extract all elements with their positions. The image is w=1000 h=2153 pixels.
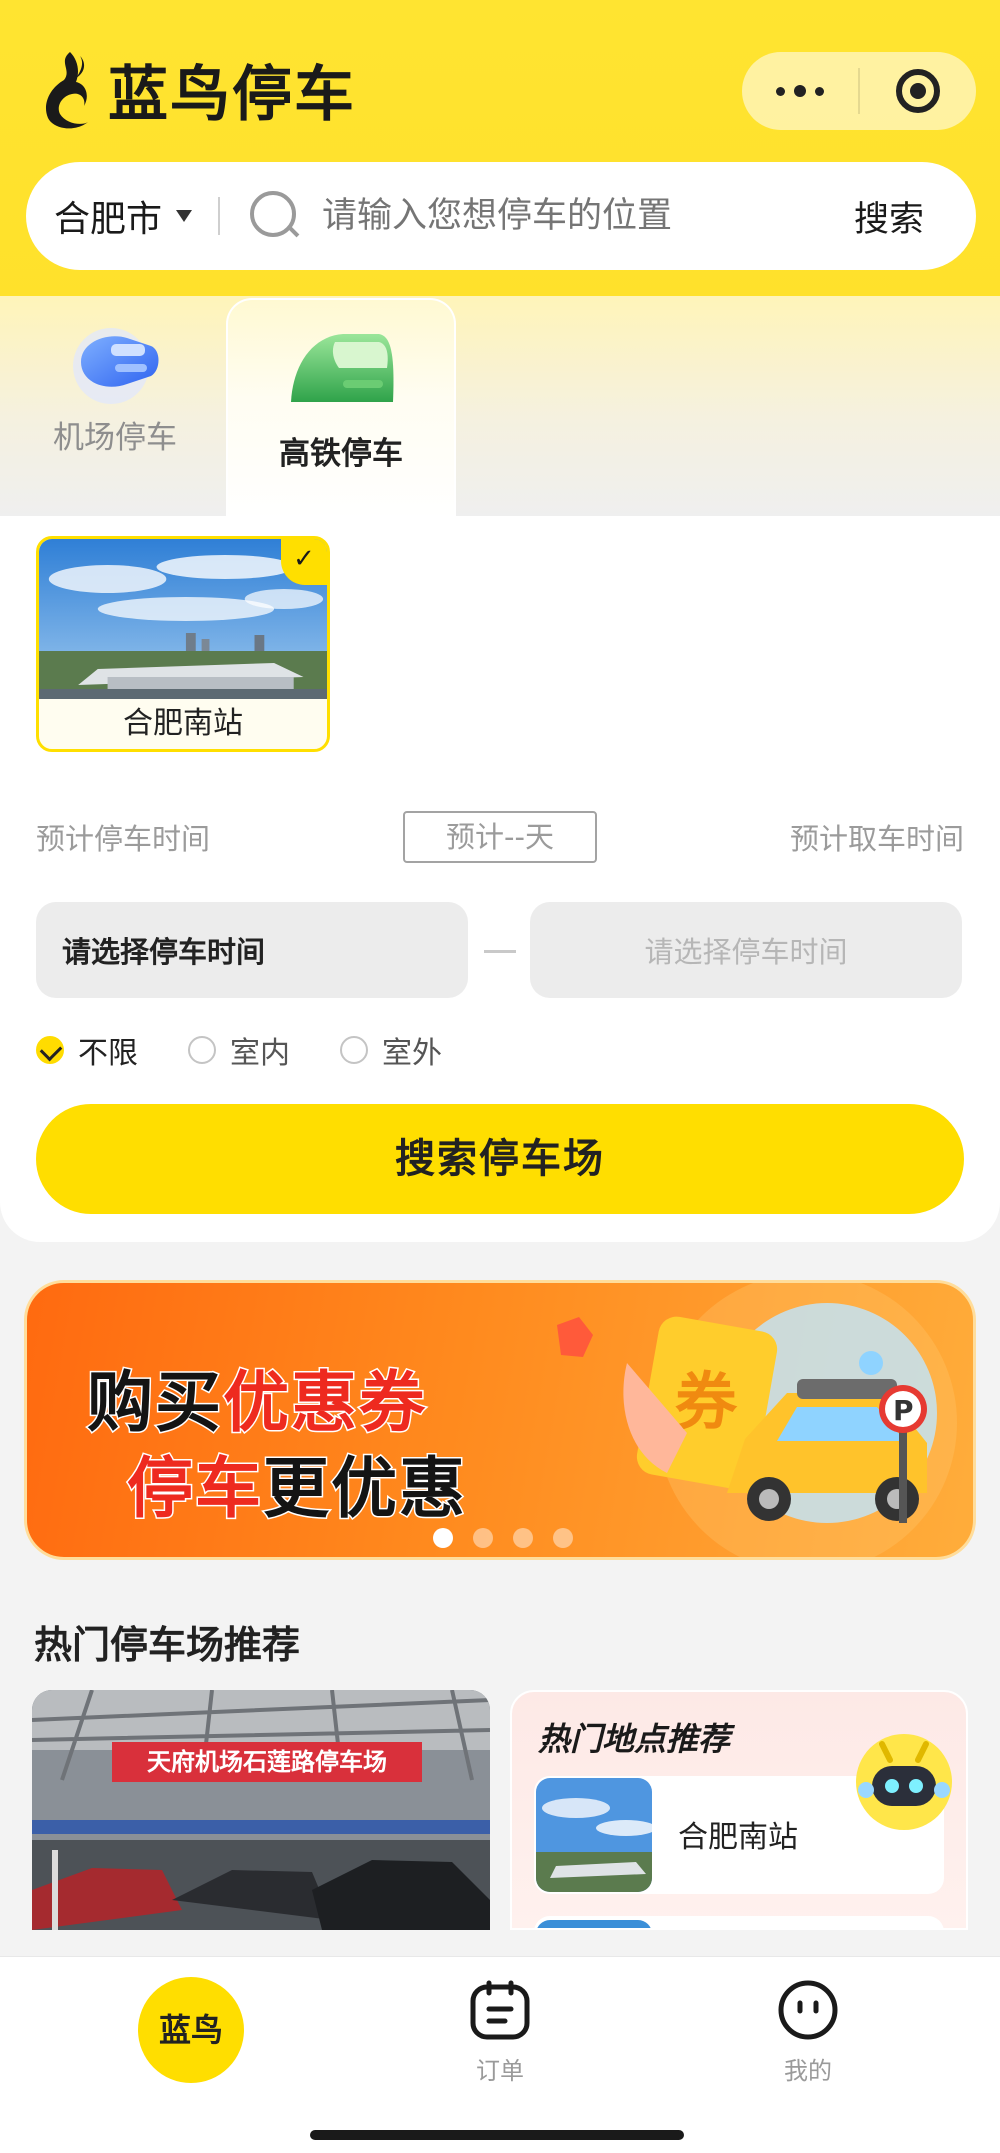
bottom-tab-bar: 蓝鸟 订单 我的 [0, 1956, 1000, 2153]
option-indoor[interactable]: 室内 [188, 1028, 290, 1072]
hot-place-thumb [536, 1778, 652, 1892]
search-bar: 合肥市 搜索 [26, 162, 976, 270]
radio-icon [188, 1036, 216, 1064]
parking-lot-card[interactable]: 天府机场石莲路停车场 [32, 1690, 490, 1930]
banner-text: 购买 [86, 1363, 223, 1443]
mini-program-capsule [742, 52, 976, 130]
radio-checked-icon [36, 1036, 64, 1064]
tab-orders[interactable]: 订单 [430, 1979, 570, 2086]
banner-text: 停车 [126, 1449, 263, 1529]
radio-icon [340, 1036, 368, 1064]
search-input[interactable] [322, 196, 854, 236]
city-name: 合肥市 [54, 199, 163, 240]
pickup-time-label: 预计取车时间 [789, 822, 964, 856]
search-divider [218, 197, 221, 235]
city-selector[interactable]: 合肥市 [54, 190, 193, 242]
tab-home[interactable]: 蓝鸟 [138, 1977, 244, 2083]
parking-lot-sign: 天府机场石莲路停车场 [112, 1742, 422, 1782]
hot-place-name: 合肥南站 [678, 1820, 798, 1855]
more-button[interactable] [742, 52, 858, 130]
header: 蓝鸟停车 合肥市 搜索 [0, 0, 1000, 300]
location-type-options: 不限 室内 室外 [36, 1028, 492, 1072]
home-indicator [310, 2130, 684, 2140]
smiley-face-icon [778, 1980, 838, 2040]
section-title: 热门停车场推荐 [34, 1623, 301, 1667]
option-label: 室内 [230, 1036, 290, 1071]
high-speed-train-icon [291, 334, 394, 402]
caret-down-icon [176, 210, 193, 222]
tab-airport-parking[interactable]: 机场停车 [20, 298, 210, 518]
park-time-label: 预计停车时间 [36, 822, 211, 856]
robot-assistant-icon[interactable] [852, 1730, 956, 1834]
banner-line-2: 停车更优惠 [126, 1435, 467, 1531]
station-card-hefei-south[interactable]: ✓ 合肥南站 [36, 536, 330, 752]
range-dash [484, 950, 516, 953]
more-dots-icon [776, 85, 824, 97]
option-unlimited[interactable]: 不限 [36, 1028, 138, 1072]
page-dot[interactable] [473, 1528, 493, 1548]
hot-place-item[interactable] [534, 1916, 944, 1928]
promo-banner[interactable]: 券 P 购买优惠券 停车更优惠 [24, 1280, 976, 1560]
banner-pagination [433, 1528, 573, 1548]
check-icon: ✓ [281, 539, 327, 585]
parking-lot-photo [32, 1690, 490, 1930]
page-dot[interactable] [513, 1528, 533, 1548]
ticket-text: 券 [675, 1365, 738, 1438]
tab-label: 机场停车 [53, 420, 177, 456]
tab-mine[interactable]: 我的 [738, 1979, 878, 2086]
days-badge: 预计--天 [403, 811, 597, 863]
tab-label: 我的 [784, 2057, 832, 2085]
option-outdoor[interactable]: 室外 [340, 1028, 442, 1072]
time-row: 预计停车时间 预计--天 预计取车时间 [36, 810, 964, 864]
tab-label: 高铁停车 [279, 436, 403, 472]
brand: 蓝鸟停车 [36, 46, 356, 133]
page-dot[interactable] [553, 1528, 573, 1548]
pickup-time-picker[interactable]: 请选择停车时间 [530, 902, 962, 998]
page-dot[interactable] [433, 1528, 453, 1548]
search-icon [250, 191, 300, 241]
tab-label: 订单 [476, 2057, 524, 2085]
hot-place-thumb [536, 1920, 652, 1928]
banner-line-1: 购买优惠券 [86, 1349, 427, 1445]
hot-places-title: 热门地点推荐 [538, 1720, 731, 1758]
banner-text: 更优惠 [262, 1449, 467, 1529]
tab-train-parking[interactable]: 高铁停车 [226, 298, 456, 518]
close-button[interactable] [860, 52, 976, 130]
booking-card: ✓ 合肥南站 预计停车时间 预计--天 预计取车时间 请选择停车时间 请选择停车… [0, 516, 1000, 1242]
search-button[interactable]: 搜索 [854, 191, 924, 242]
banner-text: 优惠券 [222, 1363, 427, 1443]
park-time-picker[interactable]: 请选择停车时间 [36, 902, 468, 998]
airplane-icon [73, 328, 159, 404]
order-list-icon [470, 1980, 530, 2040]
option-label: 室外 [382, 1036, 442, 1071]
app-name: 蓝鸟停车 [108, 60, 356, 130]
station-name: 合肥南站 [123, 706, 243, 741]
target-circle-icon [896, 69, 940, 113]
bird-flame-logo-icon [45, 51, 88, 128]
search-parking-button[interactable]: 搜索停车场 [36, 1104, 964, 1214]
parking-sign-text: P [893, 1394, 914, 1427]
option-label: 不限 [78, 1036, 138, 1071]
